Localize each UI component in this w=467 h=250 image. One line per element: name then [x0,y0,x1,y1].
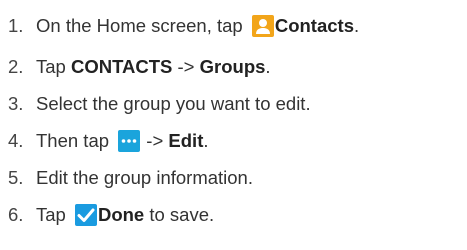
step-2: 2. Tap CONTACTS -> Groups . [0,52,467,82]
contacts-tab-label: CONTACTS [70,56,173,77]
step-text-before: Tap [36,204,71,225]
edit-label: Edit [168,130,204,151]
step-3: 3. Select the group you want to edit. [0,89,467,119]
step-text-after: . [265,56,271,77]
arrow-separator: -> [141,130,169,151]
step-number: 5. [8,167,24,188]
more-options-icon [118,130,141,152]
step-text: Select the group you want to edit. [36,93,311,114]
step-5: 5. Edit the group information. [0,163,467,193]
step-text-before: Tap [36,56,71,77]
checkmark-icon [74,204,97,226]
step-1: 1. On the Home screen, tap Contacts . [0,11,467,41]
step-number: 2. [8,56,24,77]
step-text-after: to save. [144,204,215,225]
step-text: Then tap -> Edit . [36,126,209,156]
step-number: 1. [8,15,24,36]
step-text-after: . [203,130,209,151]
step-number: 4. [8,130,24,151]
step-number: 6. [8,204,24,225]
arrow-separator: -> [172,56,200,77]
step-text-before: On the Home screen, tap [36,15,248,36]
step-4: 4. Then tap -> Edit . [0,126,467,156]
contacts-icon [251,15,274,37]
step-text-after: . [354,15,360,36]
step-text-before: Then tap [36,130,115,151]
step-text: Tap Done to save. [36,200,214,230]
step-6: 6. Tap Done to save. [0,200,467,230]
done-label: Done [97,204,145,225]
contacts-label: Contacts [274,15,354,36]
step-text: Edit the group information. [36,167,253,188]
groups-label: Groups [199,56,266,77]
step-text: On the Home screen, tap Contacts . [36,11,359,41]
step-text: Tap CONTACTS -> Groups . [36,52,271,82]
step-number: 3. [8,93,24,114]
